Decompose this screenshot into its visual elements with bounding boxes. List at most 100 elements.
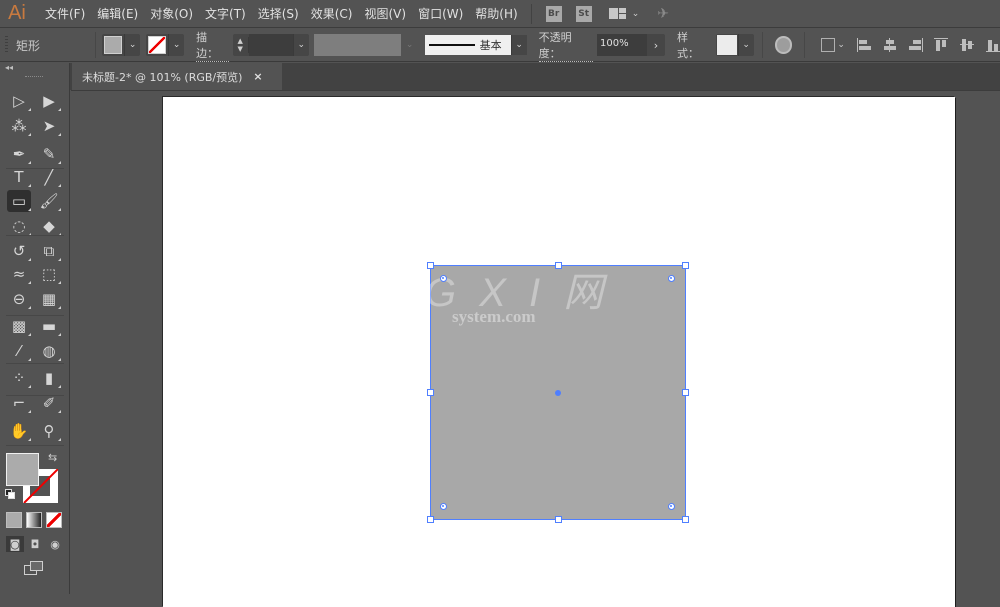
tool-flyout-indicator <box>58 281 61 284</box>
chevron-down-icon[interactable]: ⌄ <box>737 34 754 56</box>
stroke-weight-input[interactable] <box>248 34 293 56</box>
curvature-tool[interactable]: ✎ <box>37 143 61 165</box>
line-segment-tool[interactable]: ╱ <box>37 166 61 188</box>
align-bottom-icon[interactable] <box>986 38 1000 52</box>
draw-inside-icon[interactable]: ◉ <box>46 536 64 552</box>
tool-flyout-indicator <box>58 438 61 441</box>
brush-definition-dropdown[interactable]: 基本 ⌄ <box>424 34 527 56</box>
opacity-field[interactable]: 100% › <box>597 34 665 56</box>
magic-wand-tool[interactable]: ⁂ <box>7 115 31 137</box>
align-right-icon[interactable] <box>908 38 923 52</box>
align-left-icon[interactable] <box>856 38 871 52</box>
transform-icon[interactable] <box>821 38 836 52</box>
chevron-down-icon[interactable]: ⌄ <box>124 34 140 56</box>
close-icon[interactable]: × <box>253 70 262 83</box>
chevron-right-icon[interactable]: › <box>647 39 665 52</box>
opacity-label[interactable]: 不透明度： <box>538 29 593 62</box>
rotate-tool[interactable]: ↺ <box>7 240 31 262</box>
eyedropper-tool[interactable]: ⁄ <box>7 340 31 362</box>
chevron-down-icon[interactable]: ⌄ <box>837 40 845 50</box>
blend-tool[interactable]: ◍ <box>37 340 61 362</box>
lasso-tool[interactable]: ➤ <box>37 115 61 137</box>
variable-width-profile[interactable] <box>313 34 401 56</box>
warp-tool[interactable]: ≈ <box>7 263 31 285</box>
resize-handle-top-right[interactable] <box>682 262 689 269</box>
default-fill-stroke-icon[interactable] <box>5 489 15 499</box>
menu-help[interactable]: 帮助(H) <box>475 5 517 22</box>
gradient-tool[interactable]: ▬ <box>37 315 61 337</box>
stepper-arrows-icon[interactable]: ▲ ▼ <box>233 37 249 53</box>
resize-handle-bottom-right[interactable] <box>682 516 689 523</box>
color-mode-button[interactable] <box>6 512 22 528</box>
scale-tool[interactable]: ⧉ <box>37 240 61 262</box>
shaper-tool[interactable]: ◌ <box>7 215 31 237</box>
style-swatch[interactable] <box>716 35 737 55</box>
menu-window[interactable]: 窗口(W) <box>418 5 463 22</box>
menu-object[interactable]: 对象(O) <box>150 5 193 22</box>
symbol-sprayer-tool[interactable]: ⁘ <box>7 367 31 389</box>
resize-handle-right[interactable] <box>682 389 689 396</box>
bridge-button[interactable]: Br <box>545 5 562 22</box>
resize-handle-top-left[interactable] <box>427 262 434 269</box>
fill-color-dropdown[interactable]: ⌄ <box>102 34 141 56</box>
corner-radius-widget[interactable] <box>668 503 675 510</box>
menu-effect[interactable]: 效果(C) <box>311 5 353 22</box>
type-tool[interactable]: T <box>7 166 31 188</box>
mesh-tool[interactable]: ▩ <box>7 315 31 337</box>
resize-handle-bottom[interactable] <box>555 516 562 523</box>
align-horizontal-center-icon[interactable] <box>883 38 897 52</box>
fill-swatch[interactable] <box>104 36 123 54</box>
panel-grip[interactable] <box>5 36 8 54</box>
panel-grip[interactable] <box>25 76 43 78</box>
stock-button[interactable]: St <box>575 5 592 22</box>
eraser-tool[interactable]: ◆ <box>37 215 61 237</box>
opacity-input[interactable]: 100% <box>597 34 647 56</box>
align-top-icon[interactable] <box>934 38 949 52</box>
menu-file[interactable]: 文件(F) <box>45 5 85 22</box>
workspace-switcher-icon[interactable] <box>608 8 626 19</box>
direct-selection-tool[interactable]: ▶ <box>37 90 61 112</box>
free-transform-tool[interactable]: ⬚ <box>37 263 61 285</box>
rectangle-tool[interactable]: ▭ <box>7 190 31 212</box>
graphic-style-dropdown[interactable]: ⌄ <box>715 34 754 56</box>
screen-mode-icon[interactable] <box>24 561 44 575</box>
swap-fill-stroke-icon[interactable]: ⇆ <box>48 451 57 464</box>
corner-radius-widget[interactable] <box>668 275 675 282</box>
stroke-color-dropdown[interactable]: ⌄ <box>146 34 185 56</box>
none-mode-button[interactable] <box>46 512 62 528</box>
chevron-down-icon[interactable]: ⌄ <box>510 35 527 55</box>
column-graph-tool[interactable]: ▮ <box>37 367 61 389</box>
stroke-none-swatch[interactable] <box>148 36 167 54</box>
menu-type[interactable]: 文字(T) <box>205 5 246 22</box>
stroke-label[interactable]: 描边： <box>196 29 229 62</box>
draw-behind-icon[interactable]: ◘ <box>26 536 44 552</box>
collapse-panel-icon[interactable]: ◂◂ <box>5 63 13 72</box>
hand-tool[interactable]: ✋ <box>7 420 31 442</box>
zoom-tool[interactable]: ⚲ <box>37 420 61 442</box>
shape-builder-tool[interactable]: ⊖ <box>7 288 31 310</box>
menu-view[interactable]: 视图(V) <box>364 5 406 22</box>
corner-radius-widget[interactable] <box>440 275 447 282</box>
document-tab[interactable]: 未标题-2* @ 101% (RGB/预览) × <box>72 63 282 90</box>
draw-normal-icon[interactable]: ◙ <box>6 536 24 552</box>
selection-tool[interactable]: ▷ <box>7 90 31 112</box>
chevron-down-icon[interactable]: ⌄ <box>292 34 309 56</box>
sync-settings-icon[interactable]: ✈ <box>657 6 669 22</box>
gradient-mode-button[interactable] <box>26 512 42 528</box>
chevron-down-icon[interactable]: ⌄ <box>632 9 640 19</box>
chevron-down-icon[interactable]: ⌄ <box>168 34 184 56</box>
center-point[interactable] <box>555 390 561 396</box>
pen-tool[interactable]: ✒ <box>7 143 31 165</box>
resize-handle-top[interactable] <box>555 262 562 269</box>
perspective-grid-tool[interactable]: ▦ <box>37 288 61 310</box>
resize-handle-left[interactable] <box>427 389 434 396</box>
stroke-weight-field[interactable]: ▲ ▼ ⌄ <box>232 34 309 56</box>
paintbrush-tool[interactable]: 🖌 <box>37 190 61 212</box>
resize-handle-bottom-left[interactable] <box>427 516 434 523</box>
menu-edit[interactable]: 编辑(E) <box>97 5 138 22</box>
corner-radius-widget[interactable] <box>440 503 447 510</box>
fill-color-swatch[interactable] <box>6 453 39 486</box>
align-vertical-center-icon[interactable] <box>960 38 975 52</box>
recolor-artwork-icon[interactable] <box>774 36 793 54</box>
menu-select[interactable]: 选择(S) <box>258 5 299 22</box>
